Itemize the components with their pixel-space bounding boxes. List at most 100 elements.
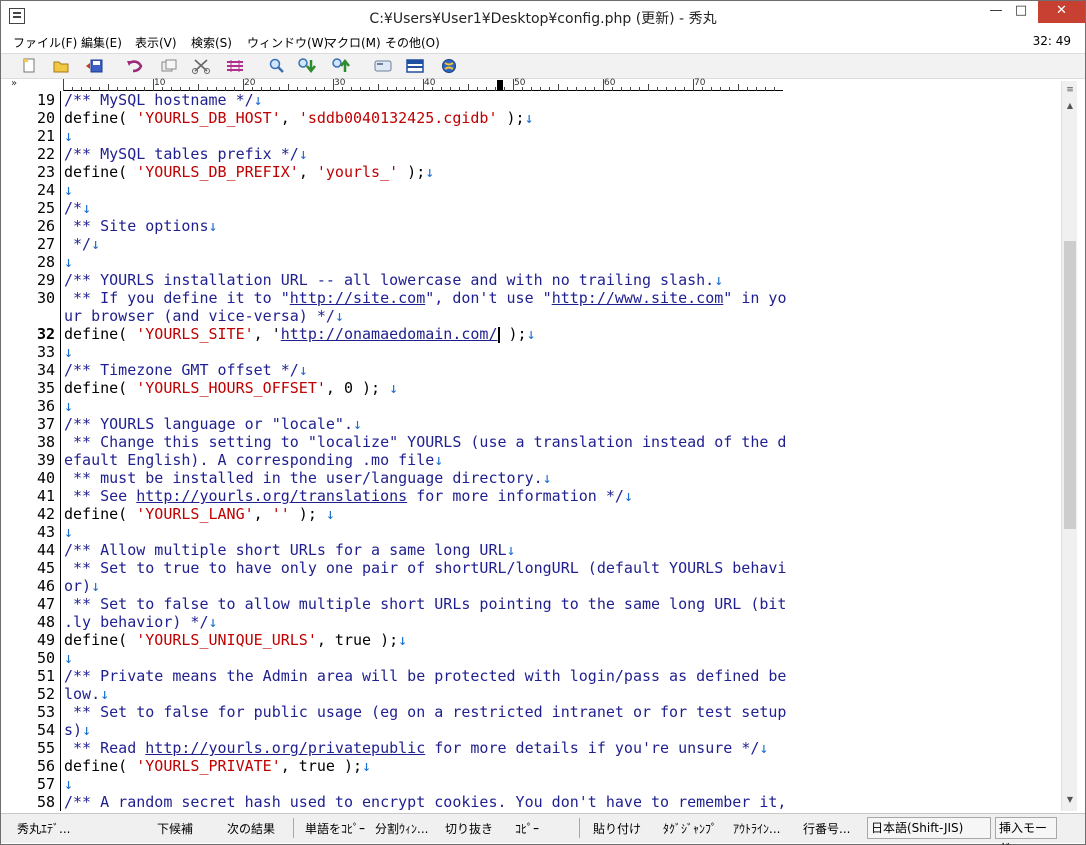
code-line[interactable]: 54 s)↓ xyxy=(1,721,1061,739)
line-text[interactable]: ↓ xyxy=(64,649,73,667)
menu-search[interactable]: 検索(S) xyxy=(191,34,232,51)
line-number[interactable]: 47 xyxy=(15,595,55,613)
line-text[interactable]: ** must be installed in the user/languag… xyxy=(64,469,552,487)
menu-view[interactable]: 表示(V) xyxy=(135,34,177,51)
save-icon[interactable] xyxy=(85,57,105,75)
scroll-up-icon[interactable]: ▲ xyxy=(1062,101,1078,115)
scroll-thumb[interactable] xyxy=(1064,241,1076,529)
code-line[interactable]: 48 .ly behavior) */↓ xyxy=(1,613,1061,631)
line-number[interactable]: 37 xyxy=(15,415,55,433)
fkey-f1[interactable]: 秀丸ｴﾃﾞ... xyxy=(17,820,70,837)
line-text[interactable]: ↓ xyxy=(64,397,73,415)
line-number[interactable]: 53 xyxy=(15,703,55,721)
line-number[interactable]: 45 xyxy=(15,559,55,577)
code-line[interactable]: 24 ↓ xyxy=(1,181,1061,199)
copy-icon[interactable] xyxy=(159,57,179,75)
code-line[interactable]: 52 low.↓ xyxy=(1,685,1061,703)
line-text[interactable]: define( 'YOURLS_HOURS_OFFSET', 0 ); ↓ xyxy=(64,379,398,397)
line-number[interactable]: 19 xyxy=(15,91,55,109)
code-line[interactable]: 27 */↓ xyxy=(1,235,1061,253)
line-text[interactable]: */↓ xyxy=(64,235,100,253)
line-number[interactable]: 50 xyxy=(15,649,55,667)
line-text[interactable]: ** Site options↓ xyxy=(64,217,218,235)
cut-icon[interactable] xyxy=(191,57,211,75)
line-text[interactable]: or)↓ xyxy=(64,577,100,595)
line-text[interactable]: ** See http://yourls.org/translations fo… xyxy=(64,487,633,505)
fkey-f2[interactable]: 下候補 xyxy=(157,820,193,837)
code-line[interactable]: 23 define( 'YOURLS_DB_PREFIX', 'yourls_' … xyxy=(1,163,1061,181)
code-line[interactable]: 28 ↓ xyxy=(1,253,1061,271)
line-text[interactable]: ↓ xyxy=(64,181,73,199)
url-link[interactable]: http://onamaedomain.com/ xyxy=(281,325,498,343)
line-number[interactable]: 24 xyxy=(15,181,55,199)
line-text[interactable]: ur browser (and vice-versa) */↓ xyxy=(64,307,344,325)
line-number[interactable]: 36 xyxy=(15,397,55,415)
line-number[interactable]: 38 xyxy=(15,433,55,451)
code-line[interactable]: 43 ↓ xyxy=(1,523,1061,541)
url-link[interactable]: http://www.site.com xyxy=(552,289,724,307)
line-text[interactable]: /** Timezone GMT offset */↓ xyxy=(64,361,308,379)
line-number[interactable]: 48 xyxy=(15,613,55,631)
code-line[interactable]: 42 define( 'YOURLS_LANG', '' ); ↓ xyxy=(1,505,1061,523)
code-line[interactable]: 22 /** MySQL tables prefix */↓ xyxy=(1,145,1061,163)
code-line[interactable]: 56 define( 'YOURLS_PRIVATE', true );↓ xyxy=(1,757,1061,775)
code-line[interactable]: 44 /** Allow multiple short URLs for a sa… xyxy=(1,541,1061,559)
url-link[interactable]: http://yourls.org/privatepublic xyxy=(145,739,425,757)
paste-icon[interactable] xyxy=(225,57,245,75)
line-number[interactable]: 21 xyxy=(15,127,55,145)
line-text[interactable]: /*↓ xyxy=(64,199,91,217)
maximize-button[interactable]: □ xyxy=(1001,1,1041,23)
line-number[interactable]: 29 xyxy=(15,271,55,289)
grep-icon[interactable] xyxy=(373,57,393,75)
code-line[interactable]: 20 define( 'YOURLS_DB_HOST', 'sddb0040132… xyxy=(1,109,1061,127)
code-line[interactable]: 47 ** Set to false to allow multiple sho… xyxy=(1,595,1061,613)
line-text[interactable]: s)↓ xyxy=(64,721,91,739)
insert-mode-indicator[interactable]: 挿入モード xyxy=(995,817,1057,845)
line-number[interactable]: 35 xyxy=(15,379,55,397)
line-number[interactable]: 46 xyxy=(15,577,55,595)
line-text[interactable]: /** MySQL tables prefix */↓ xyxy=(64,145,308,163)
search-down-icon[interactable] xyxy=(297,57,317,75)
line-text[interactable]: ** If you define it to "http://site.com"… xyxy=(64,289,786,307)
url-link[interactable]: http://site.com xyxy=(290,289,425,307)
line-text[interactable]: define( 'YOURLS_LANG', '' ); ↓ xyxy=(64,505,335,523)
text-editor[interactable]: 19/** MySQL hostname */↓ 20 define( 'YOURL… xyxy=(1,91,1061,811)
menu-edit[interactable]: 編集(E) xyxy=(81,34,122,51)
fkey-f6[interactable]: 切り抜き xyxy=(445,820,493,837)
line-number[interactable]: 49 xyxy=(15,631,55,649)
line-number[interactable]: 56 xyxy=(15,757,55,775)
line-number[interactable]: 54 xyxy=(15,721,55,739)
fkey-f3[interactable]: 次の結果 xyxy=(227,820,275,837)
url-link[interactable]: http://yourls.org/translations xyxy=(136,487,407,505)
line-number[interactable]: 23 xyxy=(15,163,55,181)
menu-window[interactable]: ウィンドウ(W) xyxy=(247,34,328,51)
menu-other[interactable]: その他(O) xyxy=(385,34,440,51)
line-text[interactable]: define( 'YOURLS_SITE', 'http://onamaedom… xyxy=(64,325,536,343)
menu-macro[interactable]: マクロ(M) xyxy=(325,34,381,51)
fkey-f5[interactable]: 分割ｳｨﾝ... xyxy=(375,820,428,837)
line-number[interactable]: 27 xyxy=(15,235,55,253)
line-text[interactable]: ↓ xyxy=(64,127,73,145)
vertical-scrollbar[interactable]: ≡ ▲ ▼ xyxy=(1061,81,1077,811)
fkey-f9[interactable]: ﾀｸﾞｼﾞｬﾝﾌﾟ xyxy=(663,820,717,837)
line-text[interactable]: define( 'YOURLS_DB_HOST', 'sddb004013242… xyxy=(64,109,534,127)
line-number[interactable]: 26 xyxy=(15,217,55,235)
code-line[interactable]: 35 define( 'YOURLS_HOURS_OFFSET', 0 ); ↓ xyxy=(1,379,1061,397)
code-line[interactable]: 29 /** YOURLS installation URL -- all low… xyxy=(1,271,1061,289)
line-text[interactable]: define( 'YOURLS_UNIQUE_URLS', true );↓ xyxy=(64,631,407,649)
line-text[interactable]: /** Private means the Admin area will be… xyxy=(64,667,786,685)
scroll-down-icon[interactable]: ▼ xyxy=(1062,795,1078,809)
code-line[interactable]: 40 ** must be installed in the user/lang… xyxy=(1,469,1061,487)
code-line[interactable]: 49 define( 'YOURLS_UNIQUE_URLS', true );↓ xyxy=(1,631,1061,649)
open-folder-icon[interactable] xyxy=(51,57,71,75)
line-text[interactable]: /** Allow multiple short URLs for a same… xyxy=(64,541,516,559)
code-line[interactable]: 39 efault English). A corresponding .mo f… xyxy=(1,451,1061,469)
line-number[interactable]: 25 xyxy=(15,199,55,217)
line-text[interactable]: ** Set to false for public usage (eg on … xyxy=(64,703,786,721)
line-number[interactable]: 28 xyxy=(15,253,55,271)
line-number[interactable]: 58 xyxy=(15,793,55,811)
line-text[interactable]: /** YOURLS language or "locale".↓ xyxy=(64,415,362,433)
line-text[interactable]: ** Read http://yourls.org/privatepublic … xyxy=(64,739,768,757)
undo-icon[interactable] xyxy=(125,57,145,75)
code-line[interactable]: 51 /** Private means the Admin area will … xyxy=(1,667,1061,685)
